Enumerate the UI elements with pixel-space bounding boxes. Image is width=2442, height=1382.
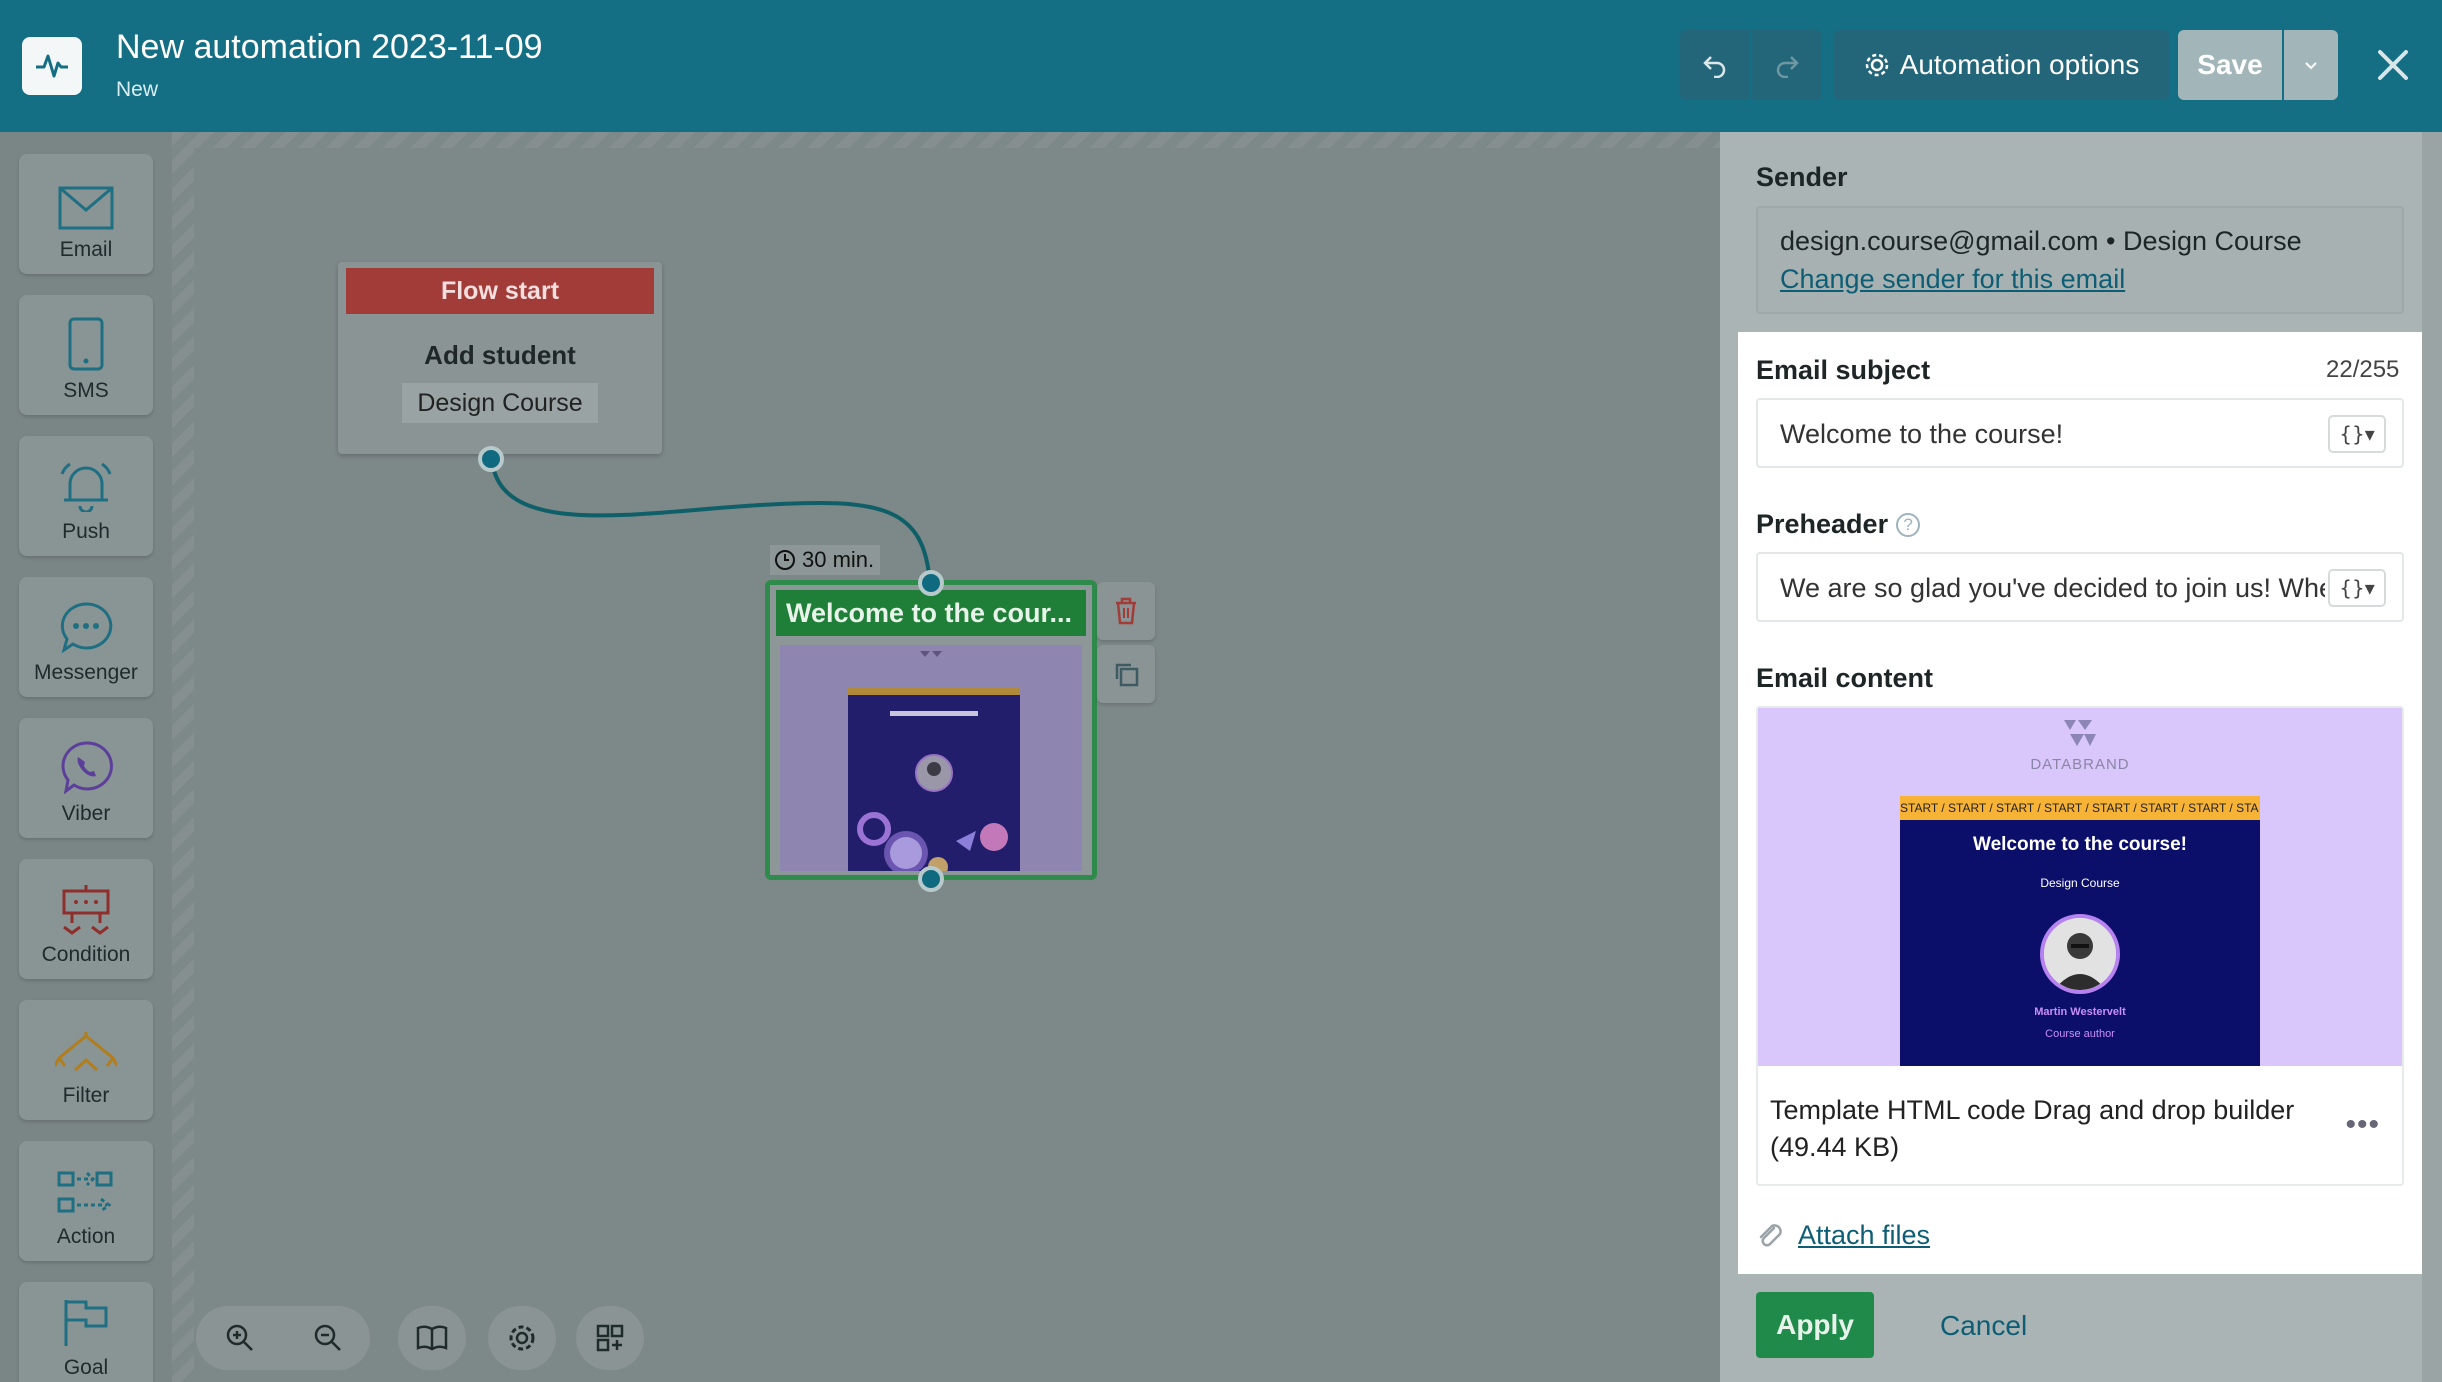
- help-icon[interactable]: ?: [1896, 513, 1921, 537]
- template-info: Template HTML code Drag and drop builder…: [1770, 1095, 2295, 1162]
- help-guide-button[interactable]: [398, 1306, 466, 1370]
- email-preview[interactable]: DATABRAND START / START / START / START …: [1758, 708, 2402, 1066]
- email-subject-label: Email subject: [1756, 355, 1931, 385]
- flow-start-trigger: Add student: [424, 340, 576, 370]
- preheader-label-text: Preheader: [1756, 509, 1889, 539]
- close-button[interactable]: [2362, 34, 2424, 96]
- canvas-settings-button[interactable]: [488, 1306, 556, 1370]
- automation-options-button[interactable]: Automation options: [1834, 30, 2169, 100]
- email-node-thumbnail: [780, 645, 1082, 871]
- brand-logo-icon: [2064, 720, 2096, 746]
- delay-text: 30 min.: [802, 547, 875, 572]
- subject-char-counter: 22/255: [2326, 356, 2400, 383]
- close-icon: [2378, 50, 2408, 80]
- book-icon: [416, 1325, 448, 1351]
- email-node-output-port[interactable]: [918, 866, 944, 892]
- email-subject-input[interactable]: Welcome to the course! {}▾: [1756, 398, 2404, 468]
- preview-email-body: START / START / START / START / START / …: [1900, 796, 2260, 1066]
- delete-node-button[interactable]: [1097, 582, 1155, 640]
- email-node-title: Welcome to the cour...: [776, 590, 1086, 636]
- preheader-input[interactable]: We are so glad you've decided to join us…: [1756, 552, 2404, 622]
- chevron-down-icon: [2305, 62, 2317, 70]
- avatar: [2040, 914, 2120, 994]
- flow-start-header: Flow start: [346, 268, 654, 314]
- gear-icon: [509, 1325, 535, 1351]
- insert-variable-button[interactable]: {}▾: [2328, 569, 2386, 607]
- sender-box: design.course@gmail.com • Design Course …: [1756, 206, 2404, 314]
- sender-label: Sender: [1756, 162, 1848, 192]
- email-content-label: Email content: [1756, 663, 1934, 693]
- preview-course: Design Course: [2040, 876, 2120, 890]
- zoom-out-button[interactable]: [294, 1306, 362, 1370]
- grid-icon: [596, 1324, 624, 1352]
- paperclip-icon: [1759, 1223, 1782, 1246]
- sender-value: design.course@gmail.com • Design Course: [1780, 226, 2302, 256]
- panel-overlay-left: [1720, 332, 1738, 1274]
- redo-icon: [1776, 56, 1799, 78]
- insert-variable-button[interactable]: {}▾: [2328, 415, 2386, 453]
- flow-start-node[interactable]: Flow start Add student Design Course: [338, 262, 662, 454]
- apply-button[interactable]: Apply: [1756, 1292, 1874, 1358]
- save-button[interactable]: Save: [2178, 30, 2282, 100]
- preview-author-name: Martin Westervelt: [2034, 1006, 2126, 1018]
- preview-start-strip: START / START / START / START / START / …: [1900, 796, 2260, 820]
- attach-files-link[interactable]: Attach files: [1798, 1220, 1930, 1251]
- preheader-label: Preheader?: [1756, 509, 1921, 540]
- preview-title: Welcome to the course!: [1973, 834, 2187, 855]
- minimap-button[interactable]: [576, 1306, 644, 1370]
- preview-brand: DATABRAND: [2030, 756, 2130, 773]
- scrollbar[interactable]: [2422, 132, 2442, 1382]
- author-photo: [2044, 918, 2116, 990]
- zoom-in-icon: [226, 1324, 253, 1351]
- flow-start-tag: Design Course: [402, 383, 598, 423]
- preview-author-role: Course author: [2045, 1028, 2115, 1040]
- preheader-value: We are so glad you've decided to join us…: [1780, 573, 2325, 603]
- automation-options-label: Automation options: [1899, 49, 2140, 80]
- email-node-input-port[interactable]: [918, 570, 944, 596]
- email-subject-value: Welcome to the course!: [1780, 419, 2064, 449]
- email-node[interactable]: Welcome to the cour...: [765, 580, 1097, 880]
- zoom-out-icon: [314, 1324, 341, 1351]
- email-content-card: DATABRAND START / START / START / START …: [1756, 706, 2404, 1186]
- change-sender-link[interactable]: Change sender for this email: [1780, 264, 2125, 295]
- email-thumbnail-graphic: [780, 645, 1082, 871]
- delay-label[interactable]: 30 min.: [770, 545, 881, 575]
- attach-files[interactable]: Attach files: [1756, 1220, 1930, 1251]
- save-dropdown-button[interactable]: [2284, 30, 2338, 100]
- zoom-in-button[interactable]: [206, 1306, 274, 1370]
- trash-icon: [1116, 597, 1136, 625]
- duplicate-node-button[interactable]: [1097, 645, 1155, 703]
- flow-start-output-port[interactable]: [478, 446, 504, 472]
- clock-icon: [775, 550, 795, 570]
- copy-icon: [1115, 663, 1139, 687]
- gear-icon: [1865, 53, 1888, 77]
- cancel-button[interactable]: Cancel: [1940, 1310, 2027, 1342]
- more-options-button[interactable]: •••: [2345, 1108, 2380, 1142]
- redo-button[interactable]: [1752, 30, 1822, 100]
